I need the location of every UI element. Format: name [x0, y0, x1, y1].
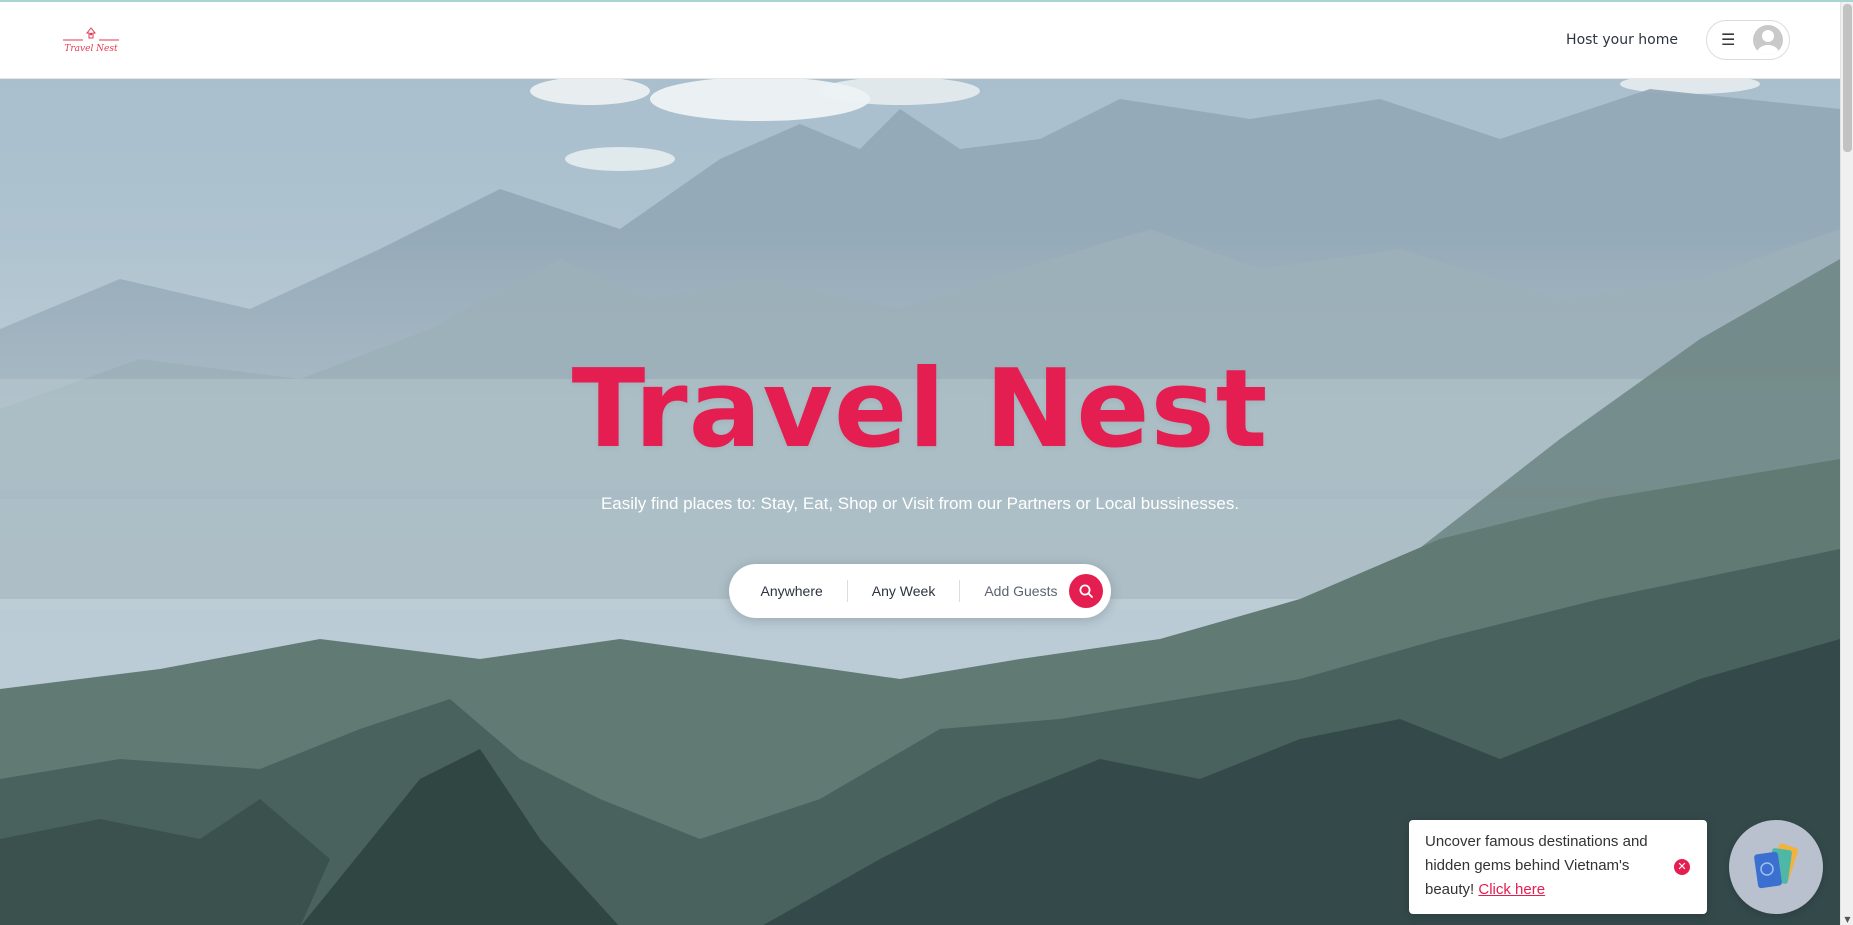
site-header: Travel Nest Host your home ☰ [0, 2, 1840, 79]
hero-content: Travel Nest Easily find places to: Stay,… [0, 79, 1840, 925]
hamburger-icon: ☰ [1721, 30, 1736, 49]
close-icon[interactable]: ✕ [1674, 859, 1690, 875]
search-button[interactable] [1069, 574, 1104, 608]
search-bar: Anywhere Any Week Add Guests [728, 564, 1112, 618]
scrollbar-thumb[interactable] [1843, 4, 1852, 152]
hero-subtitle: Easily find places to: Stay, Eat, Shop o… [600, 494, 1240, 513]
promo-toast: Uncover famous destinations and hidden g… [1409, 820, 1707, 914]
dates-field[interactable]: Any Week [848, 583, 960, 599]
vertical-scrollbar[interactable]: ▼ [1840, 2, 1853, 925]
header-actions: Host your home ☰ [1566, 20, 1790, 60]
guests-field[interactable]: Add Guests [960, 583, 1069, 599]
location-field[interactable]: Anywhere [737, 583, 847, 599]
search-icon [1079, 584, 1094, 598]
toast-click-here-link[interactable]: Click here [1478, 881, 1545, 898]
passport-tickets-icon [1754, 843, 1798, 889]
user-menu-button[interactable]: ☰ [1706, 20, 1790, 60]
host-your-home-link[interactable]: Host your home [1566, 32, 1678, 48]
hero-section: Travel Nest Easily find places to: Stay,… [0, 79, 1840, 925]
hero-title: Travel Nest [571, 347, 1269, 472]
user-avatar-icon [1753, 25, 1783, 55]
logo[interactable]: Travel Nest [60, 26, 122, 54]
scroll-down-arrow-icon[interactable]: ▼ [1842, 915, 1853, 925]
page: Travel Nest Host your home ☰ Travel Nest… [0, 0, 1853, 925]
chat-launcher-button[interactable] [1729, 820, 1823, 914]
logo-icon [63, 27, 119, 41]
toast-message: Uncover famous destinations and hidden g… [1425, 830, 1670, 902]
logo-text: Travel Nest [64, 44, 118, 54]
